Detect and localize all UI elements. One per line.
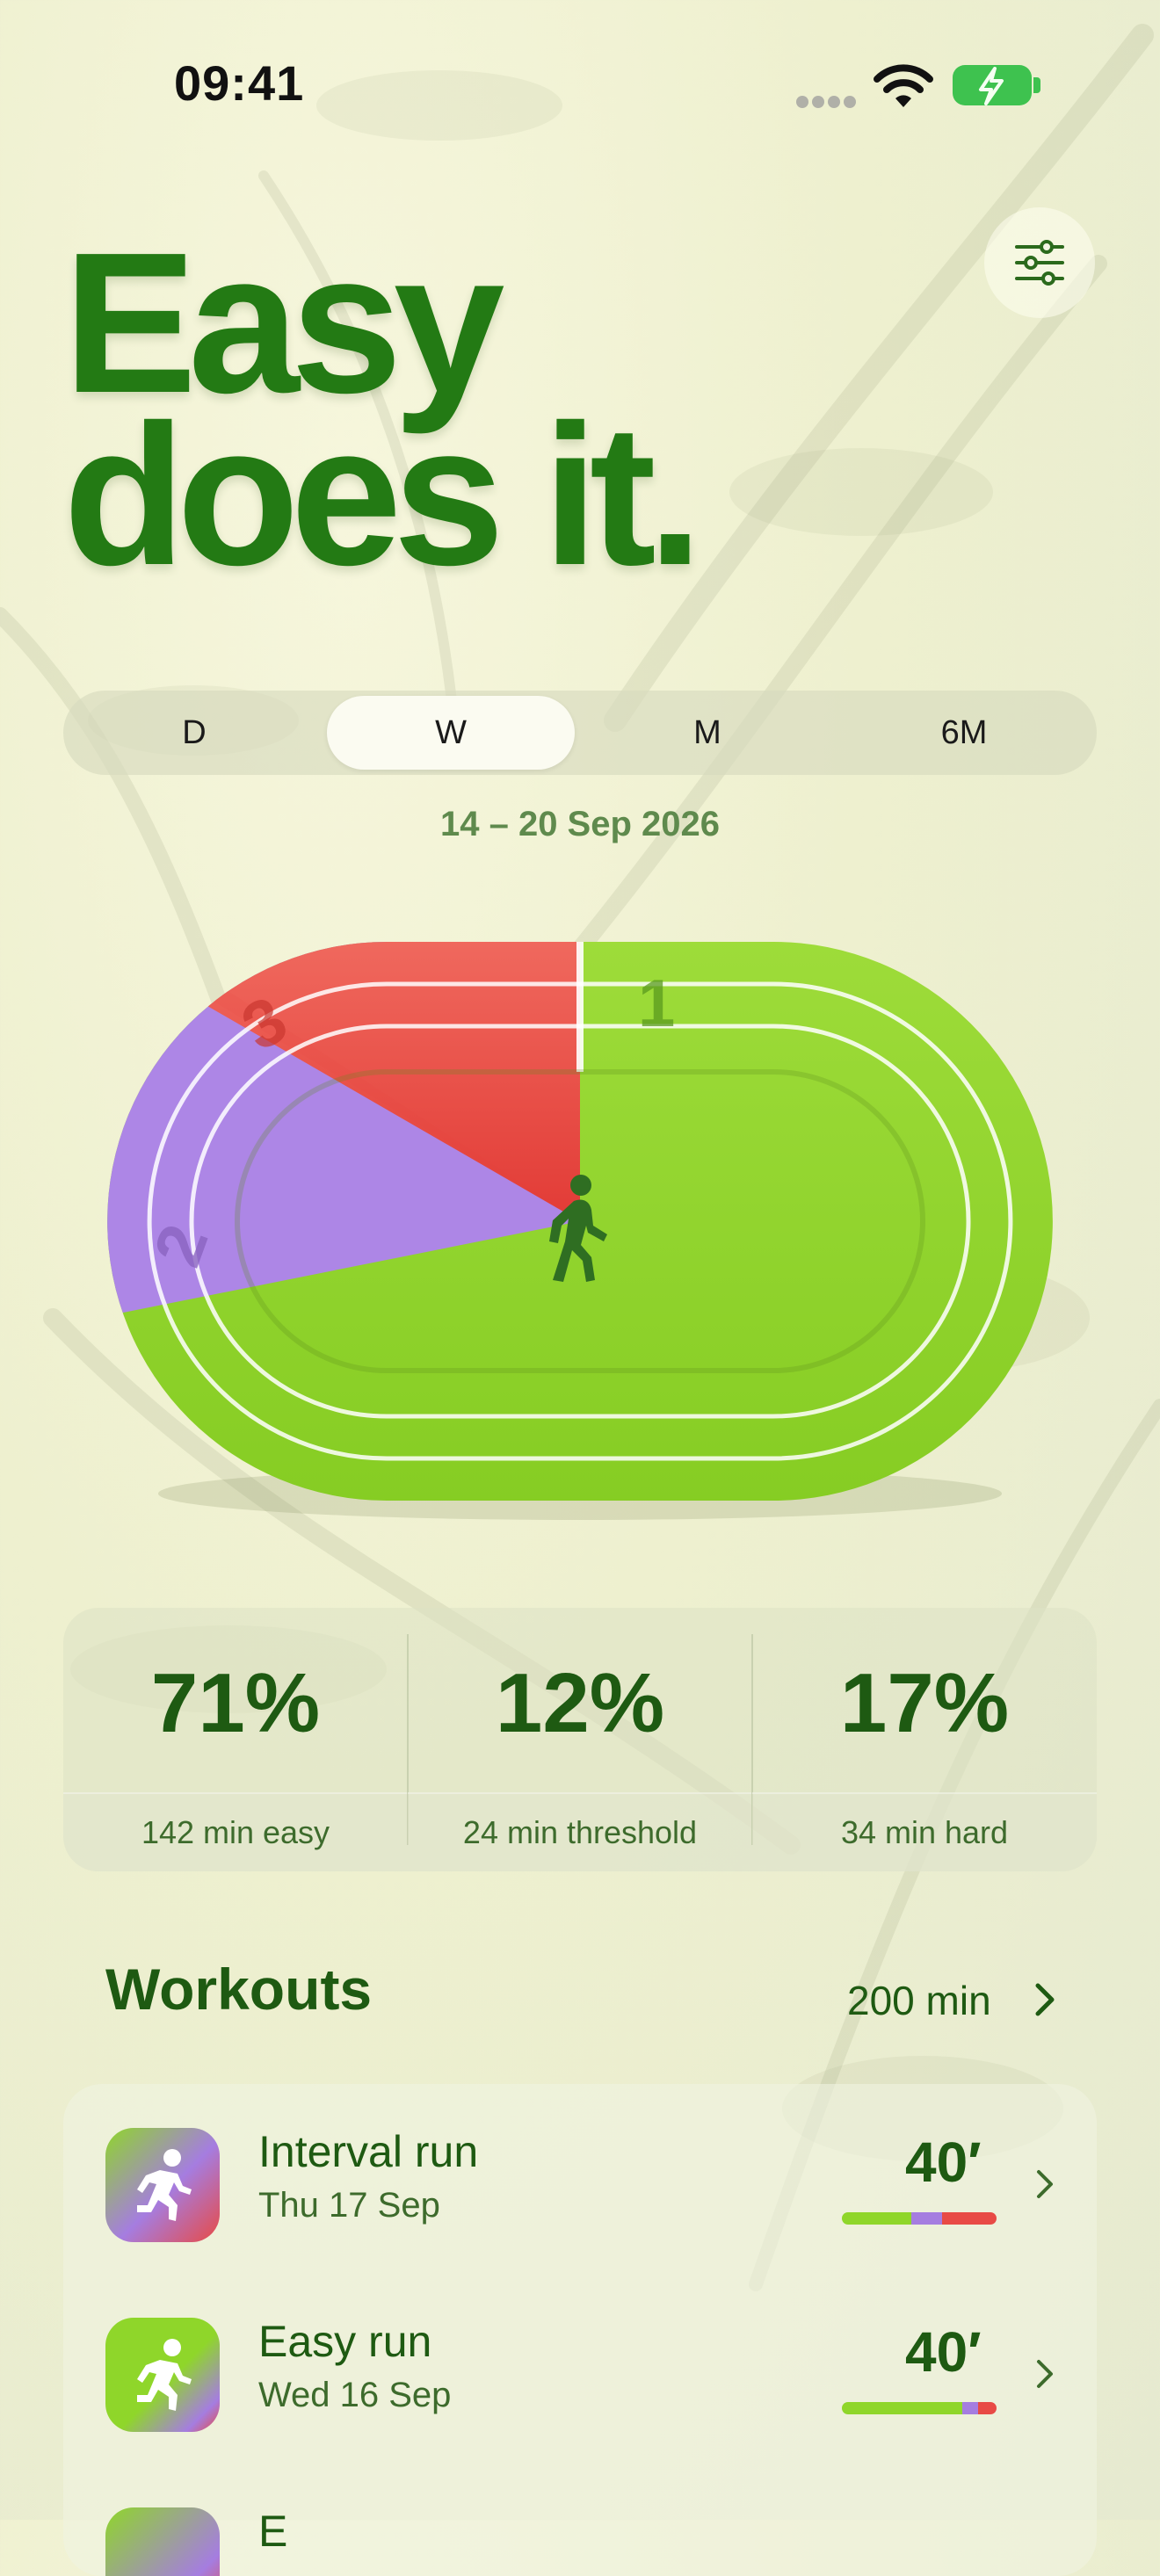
segment-week[interactable]: W	[327, 696, 575, 770]
zone-bar-easy	[842, 2402, 963, 2414]
stat-threshold: 12% 24 min threshold	[408, 1608, 752, 1871]
workout-row[interactable]: E	[63, 2499, 1097, 2576]
battery-cap	[1033, 77, 1040, 93]
zone-stats-panel: 71% 142 min easy 12% 24 min threshold 17…	[63, 1608, 1097, 1871]
workouts-title: Workouts	[105, 1957, 373, 2022]
segment-6-months[interactable]: 6M	[840, 696, 1088, 770]
walking-figure-icon	[549, 1175, 607, 1282]
running-figure-icon	[105, 2318, 220, 2432]
zone-bar-threshold	[911, 2212, 943, 2225]
chevron-right-icon	[1037, 2360, 1053, 2388]
running-figure-icon	[105, 2507, 220, 2576]
workouts-total-link[interactable]: 200 min	[847, 1977, 991, 2024]
hero-title: Easy does it.	[63, 223, 703, 607]
workout-row[interactable]: Easy run Wed 16 Sep 40′	[63, 2309, 1097, 2441]
stat-easy-value: 71%	[150, 1656, 321, 1750]
workout-name: E	[258, 2507, 288, 2556]
stat-easy-label: 142 min easy	[63, 1792, 408, 1871]
sliders-icon	[1015, 240, 1064, 286]
zone-bar-hard	[942, 2212, 997, 2225]
workout-zone-bar	[842, 2212, 997, 2225]
chevron-right-icon	[1037, 2170, 1053, 2198]
workout-date: Wed 16 Sep	[258, 2376, 452, 2414]
stat-hard: 17% 34 min hard	[752, 1608, 1097, 1871]
stat-hard-label: 34 min hard	[752, 1792, 1097, 1871]
cellular-signal-icon	[796, 96, 856, 108]
segment-month[interactable]: M	[584, 696, 831, 770]
zone-bar-threshold	[962, 2402, 978, 2414]
workout-date: Thu 17 Sep	[258, 2186, 440, 2225]
stat-threshold-value: 12%	[495, 1656, 665, 1750]
zone-label-1: 1	[638, 966, 675, 1041]
hero-title-line2: does it.	[63, 384, 703, 607]
date-range: 14 – 20 Sep 2026	[439, 805, 721, 843]
stat-easy: 71% 142 min easy	[63, 1608, 408, 1871]
workout-name: Easy run	[258, 2317, 432, 2366]
wifi-icon	[874, 64, 933, 107]
workout-zone-bar	[842, 2402, 997, 2414]
chevron-right-icon[interactable]	[1033, 1982, 1056, 2017]
running-figure-icon	[105, 2128, 220, 2242]
zone-bar-hard	[977, 2402, 997, 2414]
workouts-list: Interval run Thu 17 Sep 40′ Easy run Wed…	[63, 2084, 1097, 2576]
zone-bar-easy	[842, 2212, 912, 2225]
segment-day[interactable]: D	[70, 696, 318, 770]
charging-bolt-icon	[979, 67, 1004, 105]
status-time: 09:41	[174, 55, 305, 111]
workout-row[interactable]: Interval run Thu 17 Sep 40′	[63, 2119, 1097, 2251]
workout-name: Interval run	[258, 2127, 479, 2176]
filter-settings-button[interactable]	[984, 207, 1095, 318]
stat-threshold-label: 24 min threshold	[408, 1792, 752, 1871]
stat-hard-value: 17%	[839, 1656, 1010, 1750]
period-segmented-control: D W M 6M	[63, 691, 1097, 775]
